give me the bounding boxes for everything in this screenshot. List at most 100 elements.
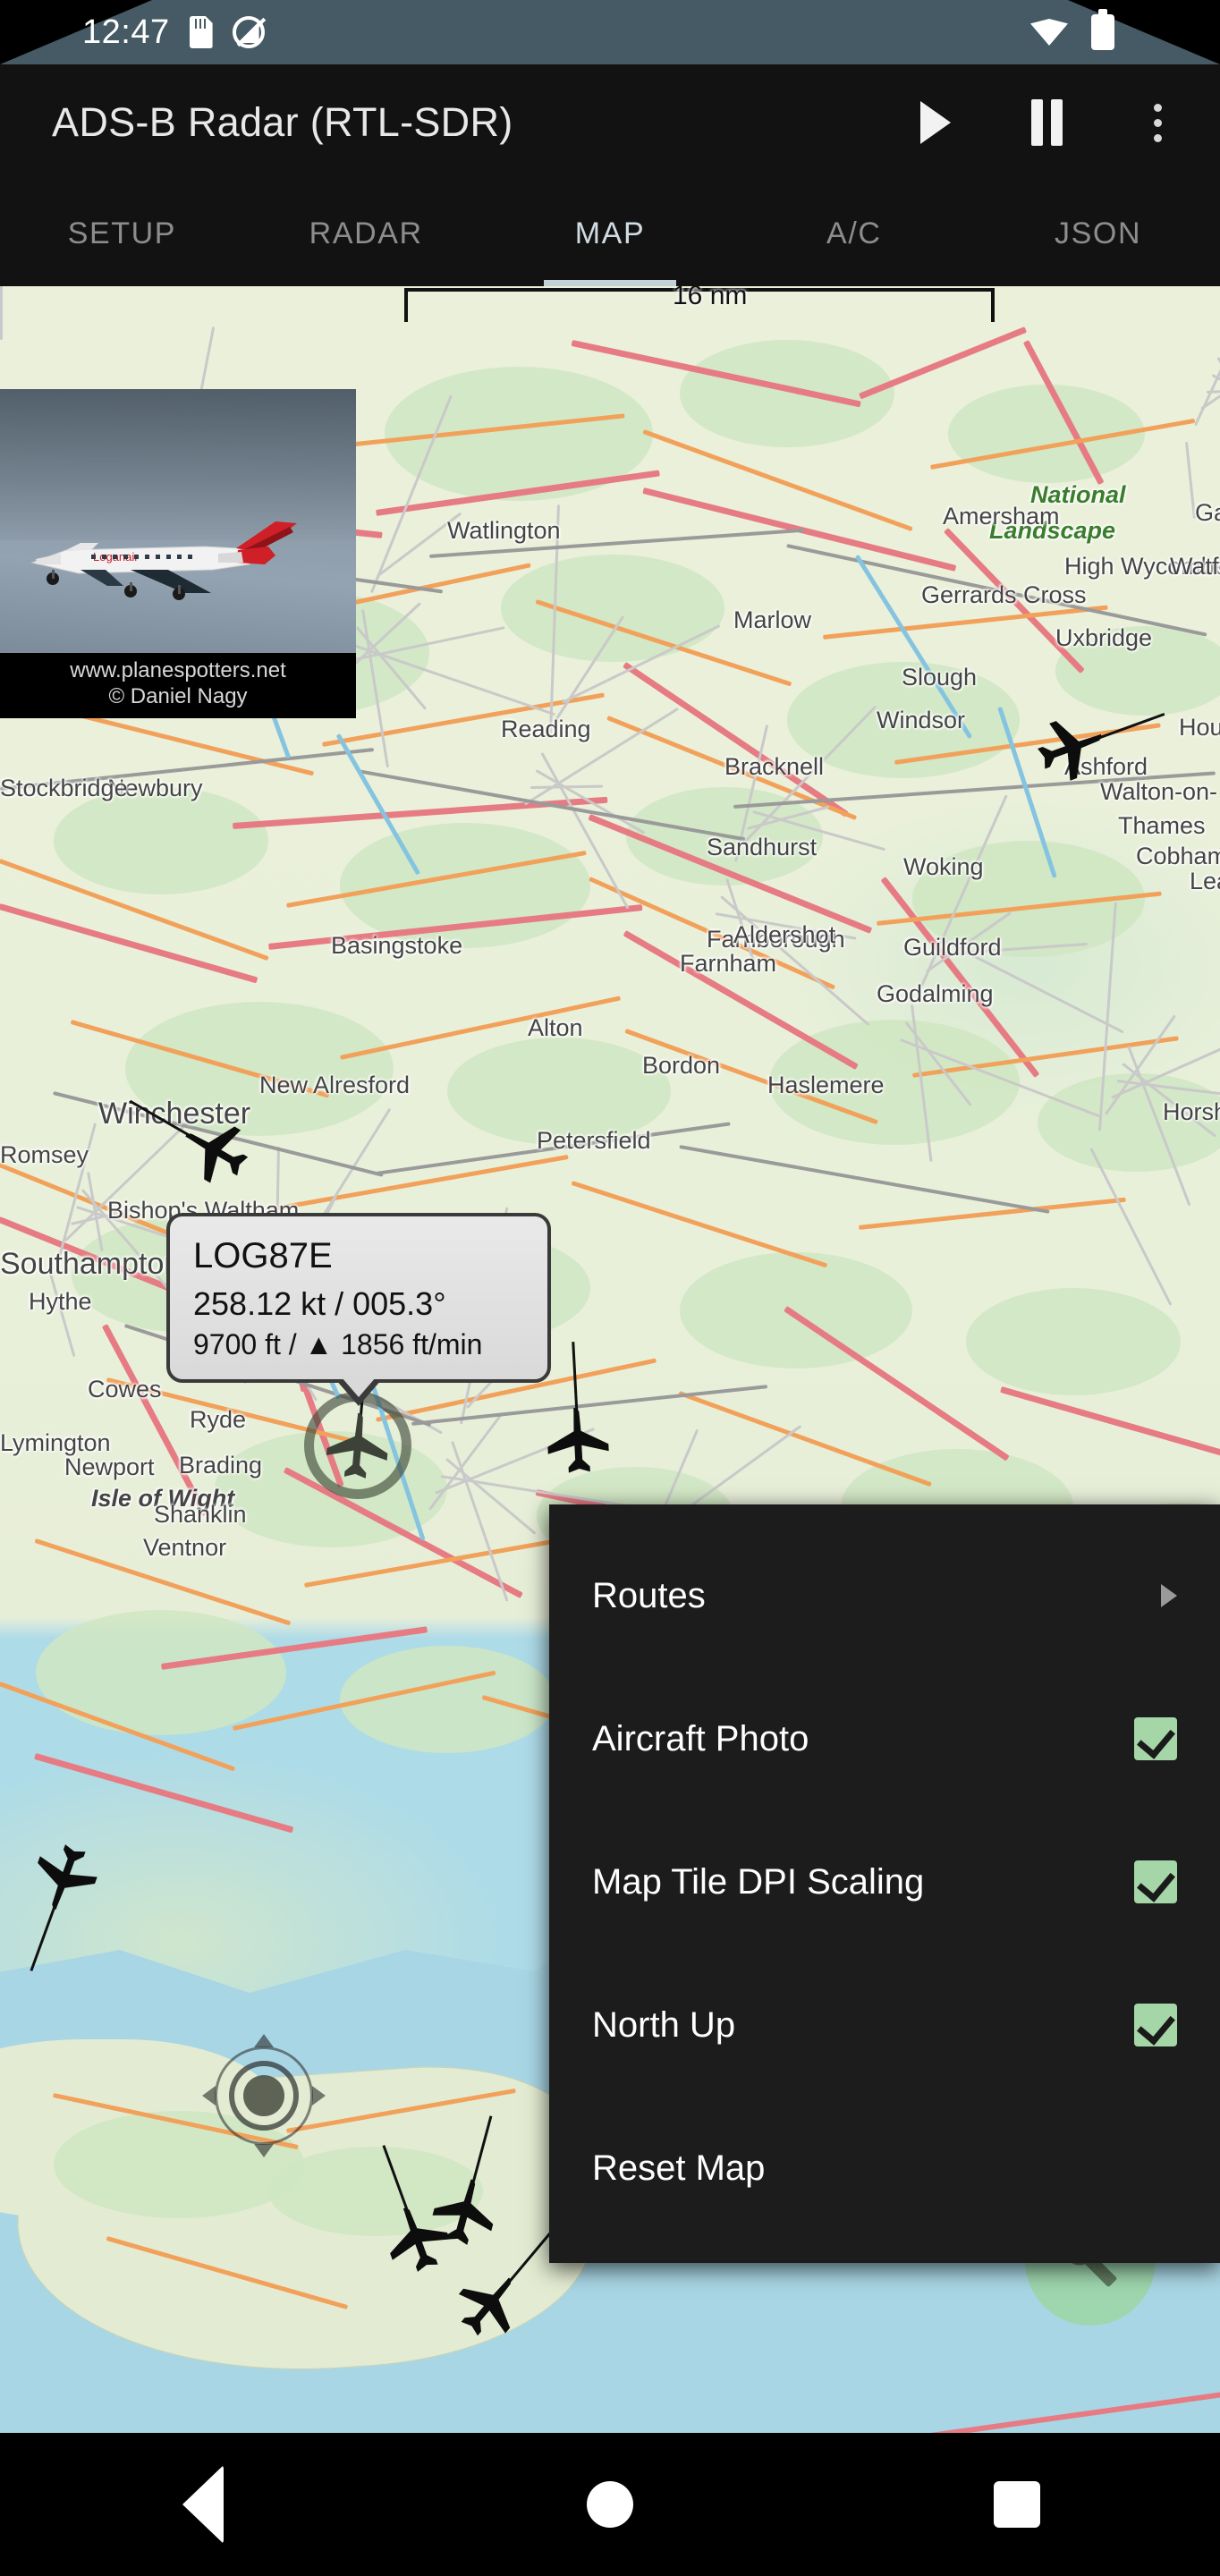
map-place-label: Newport [64,1453,155,1480]
map-place-label: Woking [903,853,984,880]
aircraft-marker[interactable] [420,2115,510,2250]
play-button[interactable] [893,80,979,165]
map-place-label: Southampton [0,1247,182,1281]
map-place-label: Amersham [943,503,1060,530]
road-segment [268,1154,569,1212]
map-place-label: Marlow [733,606,812,633]
road-segment [233,796,608,829]
callout-altitude-vspeed: 9700 ft / ▲ 1856 ft/min [193,1328,483,1360]
map-place-label: Uxbridge [1055,624,1153,651]
road-segment [571,1181,828,1268]
map-place-label: Windsor [877,707,966,733]
map-place-label: Godalming [877,980,994,1007]
tab-setup[interactable]: SETUP [0,181,244,286]
aircraft-photo-credit: www.planespotters.net © Daniel Nagy [0,653,356,718]
status-clock: 12:47 [82,13,170,51]
airplane-icon [547,1408,609,1473]
tab-map[interactable]: MAP [488,181,733,286]
tab-bar: SETUP RADAR MAP A/C JSON [0,181,1220,286]
tab-json[interactable]: JSON [976,181,1220,286]
road-segment [1194,307,1220,427]
menu-item-routes-label: Routes [592,1575,706,1615]
recents-square-icon [993,2481,1040,2528]
menu-item-aircraft-photo-label: Aircraft Photo [592,1718,809,1758]
map-place-label: Slough [902,664,978,691]
menu-item-aircraft-photo[interactable]: Aircraft Photo [549,1667,1220,1810]
tab-setup-label: SETUP [67,216,177,250]
map-place-label: Aldershot [733,921,836,948]
aircraft-marker[interactable] [20,1839,109,1971]
map-place-label: Reading [501,716,591,742]
station-location-marker [202,2034,326,2157]
north-up-checkbox[interactable] [1134,2004,1177,2046]
map-options-menu[interactable]: Routes Aircraft Photo Map Tile DPI Scali… [549,1504,1220,2263]
status-bar-left: 12:47 [82,13,265,52]
aircraft-photo-checkbox[interactable] [1134,1717,1177,1760]
callout-speed-heading: 258.12 kt / 005.3° [193,1285,446,1322]
menu-item-reset-map-label: Reset Map [592,2148,766,2188]
map-tile-dpi-scaling-checkbox[interactable] [1134,1860,1177,1903]
photo-credit-label: © Daniel Nagy [108,684,248,709]
map-place-label: Hounslow [1179,714,1220,741]
airplane-icon [1038,721,1102,781]
aircraft-marker[interactable] [129,1099,259,1190]
system-nav-bar [0,2433,1220,2576]
home-button[interactable] [538,2433,682,2576]
menu-item-map-tile-dpi-scaling[interactable]: Map Tile DPI Scaling [549,1810,1220,1953]
map-place-label: Hythe [29,1288,92,1315]
road-segment [1000,1386,1220,1457]
status-bar-right [1030,9,1114,50]
back-triangle-icon [182,2465,225,2544]
airplane-icon [432,2179,494,2245]
vegetation-blob [36,1610,286,1735]
battery-icon [1091,9,1114,50]
aircraft-marker[interactable] [1027,708,1165,787]
vegetation-blob [680,1252,912,1368]
tab-map-label: MAP [574,216,646,250]
app-bar: ADS-B Radar (RTL-SDR) [0,64,1220,181]
map-place-label: Thames [1118,812,1206,839]
menu-item-north-up[interactable]: North Up [549,1953,1220,2097]
map-place-label: Cobham [1136,843,1220,869]
vegetation-blob [340,823,590,948]
map-place-label: Bordon [642,1052,721,1079]
menu-item-routes[interactable]: Routes [549,1524,1220,1667]
map-place-label: Bracknell [724,753,825,780]
photo-site-label: www.planespotters.net [70,658,286,683]
aircraft-callout[interactable]: LOG87E 258.12 kt / 005.3° 9700 ft / ▲ 18… [166,1213,551,1383]
recents-button[interactable] [945,2433,1089,2576]
menu-item-reset-map[interactable]: Reset Map [549,2097,1220,2240]
scale-bar-label: 16 nm [673,286,748,310]
aircraft-marker-selected[interactable] [304,1329,411,1499]
aircraft-photo[interactable]: Loganair www.planespotters.net © Daniel … [0,389,356,718]
map-place-label: Shanklin [154,1501,247,1528]
tab-ac[interactable]: A/C [732,181,976,286]
road-segment [679,1145,1050,1214]
no-location-icon [232,16,265,48]
map-place-label: Petersfield [537,1127,651,1154]
map-place-label: Basingstoke [331,932,463,959]
aircraft-marker[interactable] [445,2227,555,2343]
menu-item-map-tile-dpi-scaling-label: Map Tile DPI Scaling [592,1861,925,1902]
wifi-icon [1030,19,1068,46]
map-place-label: Horsham [1163,1098,1220,1125]
map-place-label: Farnham [680,950,777,977]
road-segment [678,1391,932,1487]
chevron-right-icon [1161,1584,1177,1607]
tab-radar-label: RADAR [309,216,423,250]
map-place-label: Haslemere [767,1072,885,1098]
overflow-menu-button[interactable] [1114,80,1200,165]
map-place-label: Cowes [88,1376,162,1402]
road-segment [34,1753,294,1834]
map-place-label: Ryde [190,1406,247,1433]
more-vert-icon [1153,103,1162,142]
aircraft-marker[interactable] [533,1342,623,1479]
map-place-label: Leatherhead [1190,868,1220,894]
map-place-label: Watlington [447,517,561,544]
page-title: ADS-B Radar (RTL-SDR) [52,99,513,145]
tab-ac-label: A/C [826,216,882,250]
vegetation-blob [966,1288,1181,1395]
back-button[interactable] [131,2433,275,2576]
pause-button[interactable] [1004,80,1089,165]
tab-radar[interactable]: RADAR [244,181,488,286]
